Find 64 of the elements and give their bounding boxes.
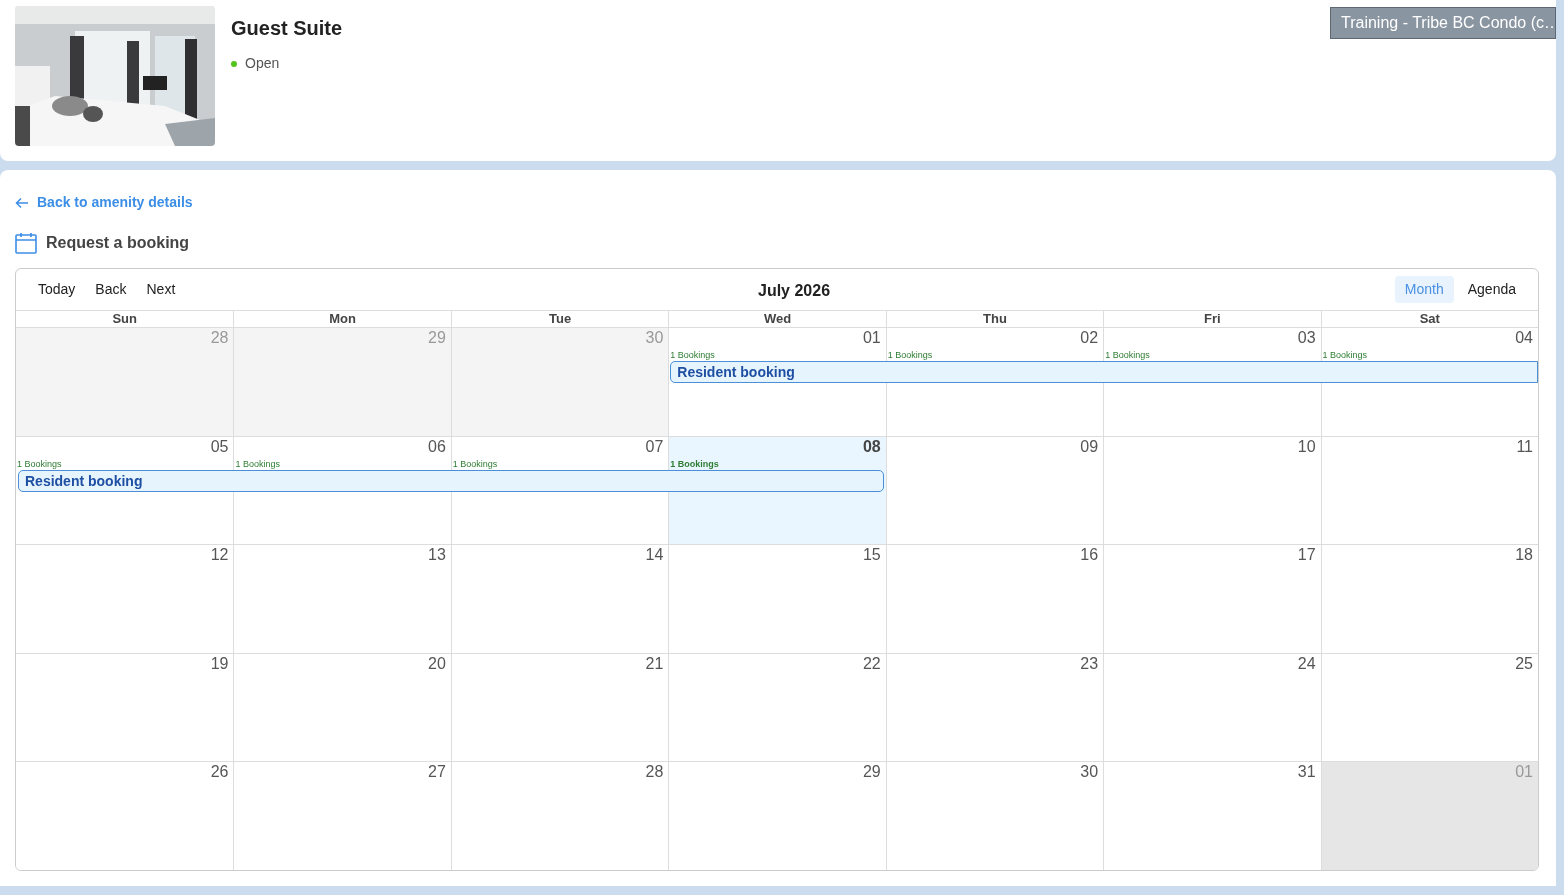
date-number: 15 <box>862 545 882 565</box>
date-number: 18 <box>1515 545 1534 565</box>
weekday-header: Tue <box>450 311 669 327</box>
weekday-header: Sat <box>1320 311 1538 327</box>
property-badge: Training - Tribe BC Condo (c… <box>1330 7 1556 39</box>
date-number: 17 <box>1297 545 1317 565</box>
booking-count: 1 Bookings <box>16 458 62 470</box>
date-number: 20 <box>428 653 447 673</box>
booking-count: 1 Bookings <box>1321 350 1368 361</box>
date-number: 03 <box>1297 328 1317 347</box>
date-number: 01 <box>862 328 882 347</box>
date-number: 07 <box>645 436 665 456</box>
weekday-header: Fri <box>1103 311 1321 327</box>
date-number: 08 <box>862 436 882 456</box>
date-number: 10 <box>1297 436 1317 456</box>
date-number: 30 <box>645 328 665 347</box>
booking-count: 1 Bookings <box>669 350 715 361</box>
date-number: 28 <box>645 762 665 782</box>
arrow-left-icon <box>15 196 29 209</box>
weekday-header: Sun <box>111 311 138 327</box>
date-number: 24 <box>1297 653 1317 673</box>
month-label: July 2026 <box>758 281 831 301</box>
weekday-header: Mon <box>233 311 451 327</box>
booking-event[interactable]: Resident booking <box>18 469 884 492</box>
booking-count: 1 Bookings <box>886 350 933 361</box>
date-number: 29 <box>862 762 882 782</box>
day-cell[interactable]: 08 1 Bookings <box>668 436 886 469</box>
date-number: 23 <box>1080 653 1100 673</box>
date-number: 19 <box>210 653 230 673</box>
nav-button[interactable]: Today <box>28 275 86 304</box>
date-number: 04 <box>1515 328 1534 347</box>
date-number: 26 <box>210 762 230 782</box>
date-number: 13 <box>428 545 447 565</box>
date-number: 11 <box>1516 436 1534 456</box>
booking-count: 1 Bookings <box>451 458 498 470</box>
date-number: 06 <box>428 436 447 456</box>
date-number: 22 <box>862 653 882 673</box>
section-title: Request a booking <box>46 233 190 253</box>
booking-count: 1 Bookings <box>1104 350 1150 361</box>
date-number: 05 <box>210 436 230 456</box>
date-number: 12 <box>210 545 230 565</box>
date-number: 29 <box>428 328 447 347</box>
weekday-header: Thu <box>885 311 1104 327</box>
booking-event[interactable]: Resident booking <box>670 361 1538 383</box>
date-number: 31 <box>1297 762 1317 782</box>
date-number: 14 <box>645 545 665 565</box>
calendar-icon <box>15 232 37 254</box>
weekday-header: Wed <box>668 311 886 327</box>
date-number: 25 <box>1515 653 1534 673</box>
nav-button[interactable]: Back <box>85 275 137 304</box>
booking-count: 1 Bookings <box>669 458 719 470</box>
date-number: 16 <box>1080 545 1100 565</box>
amenity-title: Guest Suite <box>231 16 343 41</box>
date-number: 30 <box>1080 762 1100 782</box>
date-number: 27 <box>428 762 447 782</box>
booking-count: 1 Bookings <box>234 458 280 470</box>
date-number: 02 <box>1080 328 1100 347</box>
date-number: 01 <box>1515 762 1534 782</box>
status-label: Open <box>245 54 280 73</box>
view-tab[interactable]: Agenda <box>1457 276 1526 303</box>
date-number: 21 <box>645 653 665 673</box>
nav-button[interactable]: Next <box>136 275 186 304</box>
date-number: 28 <box>210 328 230 347</box>
date-number: 09 <box>1080 436 1100 456</box>
